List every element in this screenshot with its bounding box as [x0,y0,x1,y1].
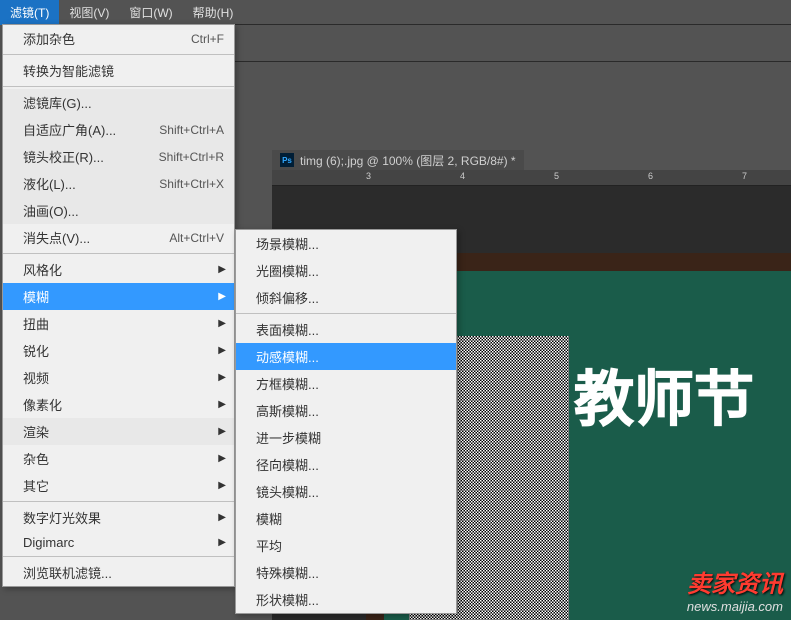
photoshop-icon: Ps [280,153,294,167]
submenu-item-tilt-shift[interactable]: 倾斜偏移... [236,284,456,311]
menu-item-oil-paint[interactable]: 油画(O)... [3,197,234,224]
menu-separator [236,313,456,314]
menu-help[interactable]: 帮助(H) [183,0,244,25]
menu-separator [3,54,234,55]
submenu-item-average[interactable]: 平均 [236,532,456,559]
ruler-horizontal: 3 4 5 6 7 [272,170,791,186]
chevron-right-icon: ▶ [218,372,226,383]
submenu-item-gaussian-blur[interactable]: 高斯模糊... [236,397,456,424]
submenu-item-blur-more[interactable]: 进一步模糊 [236,424,456,451]
submenu-item-blur[interactable]: 模糊 [236,505,456,532]
menu-separator [3,556,234,557]
chevron-right-icon: ▶ [218,453,226,464]
menu-item-pixelate[interactable]: 像素化 ▶ [3,391,234,418]
menu-item-blur[interactable]: 模糊 ▶ [3,283,234,310]
watermark: 卖家资讯 news.maijia.com [687,564,783,614]
options-bar [235,24,791,62]
menu-item-liquify[interactable]: 液化(L)... Shift+Ctrl+X [3,170,234,197]
submenu-item-lens-blur[interactable]: 镜头模糊... [236,478,456,505]
filter-dropdown: 添加杂色 Ctrl+F 转换为智能滤镜 滤镜库(G)... 自适应广角(A)..… [2,24,235,587]
watermark-url: news.maijia.com [687,599,783,614]
menubar: 滤镜(T) 视图(V) 窗口(W) 帮助(H) [0,0,791,24]
chevron-right-icon: ▶ [218,512,226,523]
menu-separator [3,86,234,87]
submenu-item-special-blur[interactable]: 特殊模糊... [236,559,456,586]
chevron-right-icon: ▶ [218,291,226,302]
menu-item-lens-correction[interactable]: 镜头校正(R)... Shift+Ctrl+R [3,143,234,170]
chalk-heading: 教师节 [574,351,754,438]
submenu-item-motion-blur[interactable]: 动感模糊... [236,343,456,370]
watermark-title: 卖家资讯 [687,564,783,599]
submenu-item-field-blur[interactable]: 场景模糊... [236,230,456,257]
menu-item-last-filter[interactable]: 添加杂色 Ctrl+F [3,25,234,52]
menu-view[interactable]: 视图(V) [59,0,119,25]
chevron-right-icon: ▶ [218,399,226,410]
menu-window[interactable]: 窗口(W) [119,0,182,25]
menu-item-browse-online[interactable]: 浏览联机滤镜... [3,559,234,586]
submenu-item-radial-blur[interactable]: 径向模糊... [236,451,456,478]
document-tab[interactable]: Ps timg (6);.jpg @ 100% (图层 2, RGB/8#) * [272,150,524,170]
menu-item-filter-gallery[interactable]: 滤镜库(G)... [3,89,234,116]
menu-item-render[interactable]: 渲染 ▶ [3,418,234,445]
chevron-right-icon: ▶ [218,318,226,329]
chevron-right-icon: ▶ [218,426,226,437]
menu-item-digimarc[interactable]: Digimarc ▶ [3,531,234,554]
menu-item-video[interactable]: 视频 ▶ [3,364,234,391]
chevron-right-icon: ▶ [218,537,226,548]
chevron-right-icon: ▶ [218,264,226,275]
menu-filter[interactable]: 滤镜(T) [0,0,59,25]
document-title: timg (6);.jpg @ 100% (图层 2, RGB/8#) * [300,152,516,169]
menu-separator [3,501,234,502]
submenu-item-shape-blur[interactable]: 形状模糊... [236,586,456,613]
submenu-item-surface-blur[interactable]: 表面模糊... [236,316,456,343]
chevron-right-icon: ▶ [218,345,226,356]
chevron-right-icon: ▶ [218,480,226,491]
menu-item-sharpen[interactable]: 锐化 ▶ [3,337,234,364]
menu-item-adaptive-wide[interactable]: 自适应广角(A)... Shift+Ctrl+A [3,116,234,143]
submenu-item-iris-blur[interactable]: 光圈模糊... [236,257,456,284]
menu-item-stylize[interactable]: 风格化 ▶ [3,256,234,283]
menu-separator [3,253,234,254]
menu-item-convert-smart[interactable]: 转换为智能滤镜 [3,57,234,84]
blur-submenu: 场景模糊... 光圈模糊... 倾斜偏移... 表面模糊... 动感模糊... … [235,229,457,614]
menu-item-distort[interactable]: 扭曲 ▶ [3,310,234,337]
menu-item-digital-light[interactable]: 数字灯光效果 ▶ [3,504,234,531]
menu-item-vanishing-point[interactable]: 消失点(V)... Alt+Ctrl+V [3,224,234,251]
submenu-item-box-blur[interactable]: 方框模糊... [236,370,456,397]
menu-item-noise[interactable]: 杂色 ▶ [3,445,234,472]
menu-item-other[interactable]: 其它 ▶ [3,472,234,499]
